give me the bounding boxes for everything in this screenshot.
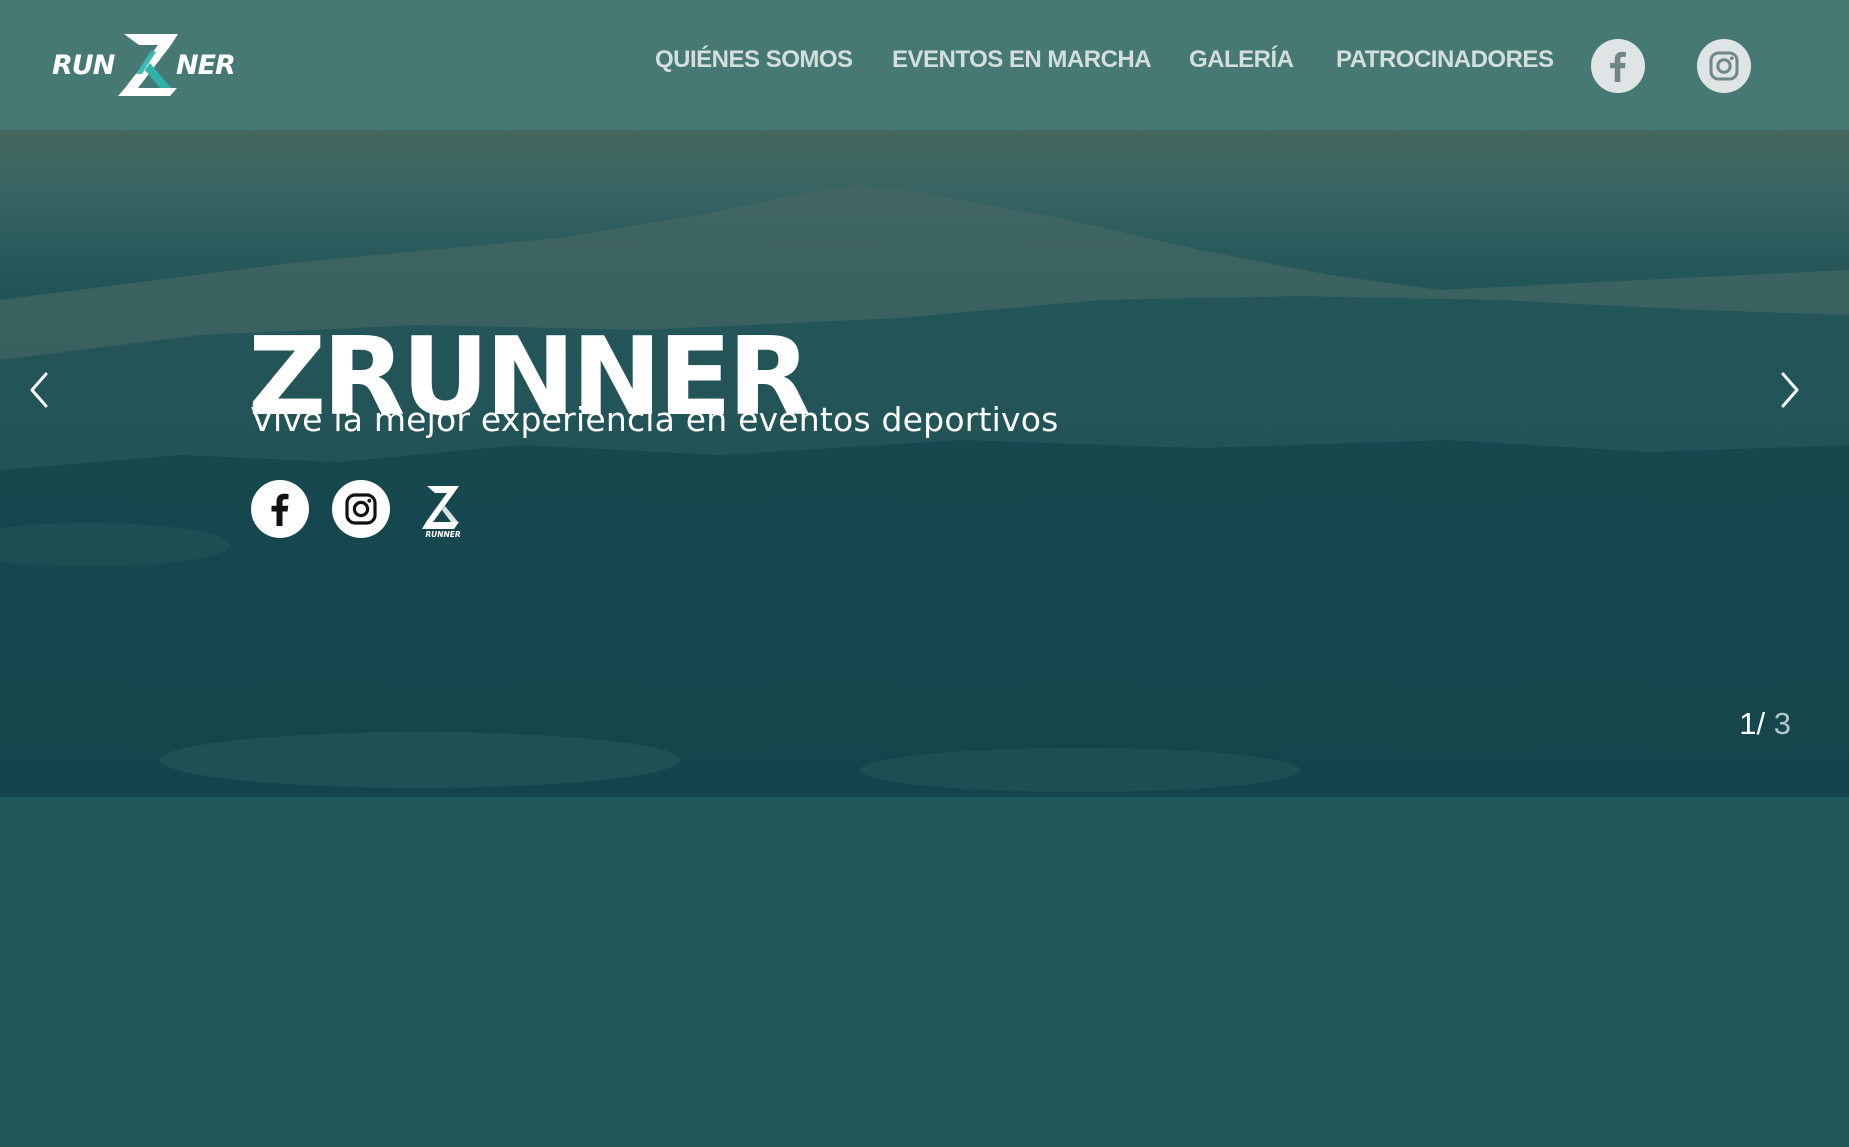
hero-instagram-link[interactable] (332, 480, 390, 538)
main-nav: QUIÉNES SOMOS EVENTOS EN MARCHA GALERÍA … (0, 0, 1849, 130)
slide-current: 1 (1739, 706, 1757, 741)
instagram-icon (1709, 51, 1739, 81)
facebook-icon (1610, 51, 1626, 82)
slide-counter: 1/ 3 (1739, 706, 1791, 742)
site-header: RUN NER QUIÉNES SOMOS EVENTOS EN MARCHA … (0, 0, 1849, 130)
slide-total: 3 (1773, 706, 1791, 741)
header-instagram-link[interactable] (1697, 39, 1751, 93)
page-content-area (0, 797, 1849, 1147)
slider-next-button[interactable] (1769, 366, 1809, 414)
nav-galeria[interactable]: GALERÍA (1189, 46, 1294, 74)
nav-quienes-somos[interactable]: QUIÉNES SOMOS (655, 46, 853, 74)
slide-separator: / (1756, 706, 1766, 741)
hero-facebook-link[interactable] (251, 480, 309, 538)
hero-subtitle: Vive la mejor experiencia en eventos dep… (251, 400, 1059, 439)
hero-zrunner-link[interactable]: RUNNER (418, 482, 468, 539)
header-facebook-link[interactable] (1591, 39, 1645, 93)
instagram-icon (345, 493, 377, 525)
chevron-right-icon (1781, 372, 1799, 408)
slider-prev-button[interactable] (20, 366, 60, 414)
nav-patrocinadores[interactable]: PATROCINADORES (1336, 46, 1554, 74)
page: ZRUNNER Vive la mejor experiencia en eve… (0, 0, 1849, 1147)
hero-brand-text: RUNNER (425, 530, 461, 538)
facebook-icon (271, 493, 289, 526)
chevron-left-icon (30, 372, 48, 408)
nav-eventos-en-marcha[interactable]: EVENTOS EN MARCHA (892, 46, 1152, 74)
zrunner-logo: RUNNER (422, 486, 461, 539)
